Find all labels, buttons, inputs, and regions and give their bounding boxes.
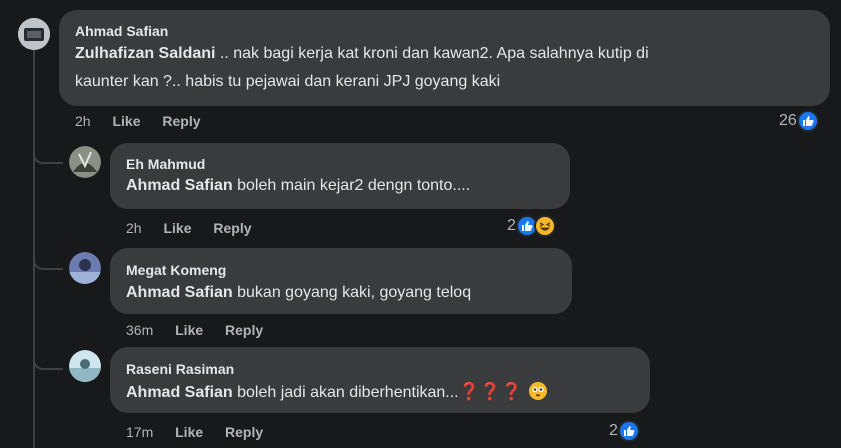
mention-ahmad-safian[interactable]: Ahmad Safian	[126, 284, 233, 301]
avatar-image	[69, 146, 101, 178]
reply-connector	[33, 252, 63, 270]
reply-time[interactable]: 36m	[126, 322, 153, 338]
avatar-ahmad-safian[interactable]	[18, 18, 50, 50]
like-icon	[617, 420, 640, 442]
reply-author[interactable]: Megat Komeng	[126, 262, 226, 278]
avatar-image	[69, 350, 101, 382]
comment-reactions[interactable]: 26	[779, 110, 819, 132]
reply-connector	[33, 352, 63, 370]
comment-text-line2: kaunter kan ?.. habis tu pejawai dan ker…	[75, 73, 501, 90]
like-icon	[796, 110, 819, 132]
reply-time[interactable]: 2h	[126, 220, 142, 236]
reply-text: Ahmad Safian boleh main kejar2 dengn ton…	[126, 177, 471, 194]
comment-author[interactable]: Ahmad Safian	[75, 23, 168, 39]
avatar-raseni-rasiman[interactable]	[69, 350, 101, 382]
reaction-count: 2	[609, 422, 618, 439]
comment-text-rest: .. nak bagi kerja kat kroni dan kawan2. …	[215, 45, 649, 62]
like-button[interactable]: Like	[175, 322, 203, 338]
comment-text-line1: Zulhafizan Saldani .. nak bagi kerja kat…	[75, 42, 649, 66]
avatar-eh-mahmud[interactable]	[69, 146, 101, 178]
avatar-image	[18, 18, 50, 50]
mention-ahmad-safian[interactable]: Ahmad Safian	[126, 384, 233, 401]
reply-actions: 17m Like Reply	[126, 424, 281, 440]
mention-zulhafizan[interactable]: Zulhafizan Saldani	[75, 45, 215, 62]
reply-actions: 36m Like Reply	[126, 322, 281, 338]
mention-ahmad-safian[interactable]: Ahmad Safian	[126, 177, 233, 194]
reply-reactions[interactable]: 2	[507, 215, 556, 237]
reply-connector	[33, 146, 63, 164]
comment-actions: 2h Like Reply	[75, 113, 219, 129]
reply-author[interactable]: Eh Mahmud	[126, 156, 205, 172]
question-mark-emoji: ❓❓❓	[458, 382, 523, 401]
reply-button[interactable]: Reply	[225, 322, 263, 338]
avatar-megat-komeng[interactable]	[69, 252, 101, 284]
reply-button[interactable]: Reply	[162, 113, 200, 129]
reply-author[interactable]: Raseni Rasiman	[126, 361, 234, 377]
thread-line	[33, 46, 35, 448]
like-button[interactable]: Like	[175, 424, 203, 440]
reaction-count: 26	[779, 112, 797, 129]
reply-button[interactable]: Reply	[213, 220, 251, 236]
flushed-face-icon	[528, 382, 547, 400]
reply-text: Ahmad Safian boleh jadi akan diberhentik…	[126, 380, 547, 405]
comment-time[interactable]: 2h	[75, 113, 91, 129]
reply-text: Ahmad Safian bukan goyang kaki, goyang t…	[126, 284, 472, 301]
reply-button[interactable]: Reply	[225, 424, 263, 440]
reply-reactions[interactable]: 2	[609, 420, 640, 442]
haha-icon	[533, 215, 556, 237]
reaction-count: 2	[507, 217, 516, 234]
avatar-image	[69, 252, 101, 284]
like-button[interactable]: Like	[163, 220, 191, 236]
reply-time[interactable]: 17m	[126, 424, 153, 440]
reply-actions: 2h Like Reply	[126, 220, 270, 236]
like-button[interactable]: Like	[112, 113, 140, 129]
